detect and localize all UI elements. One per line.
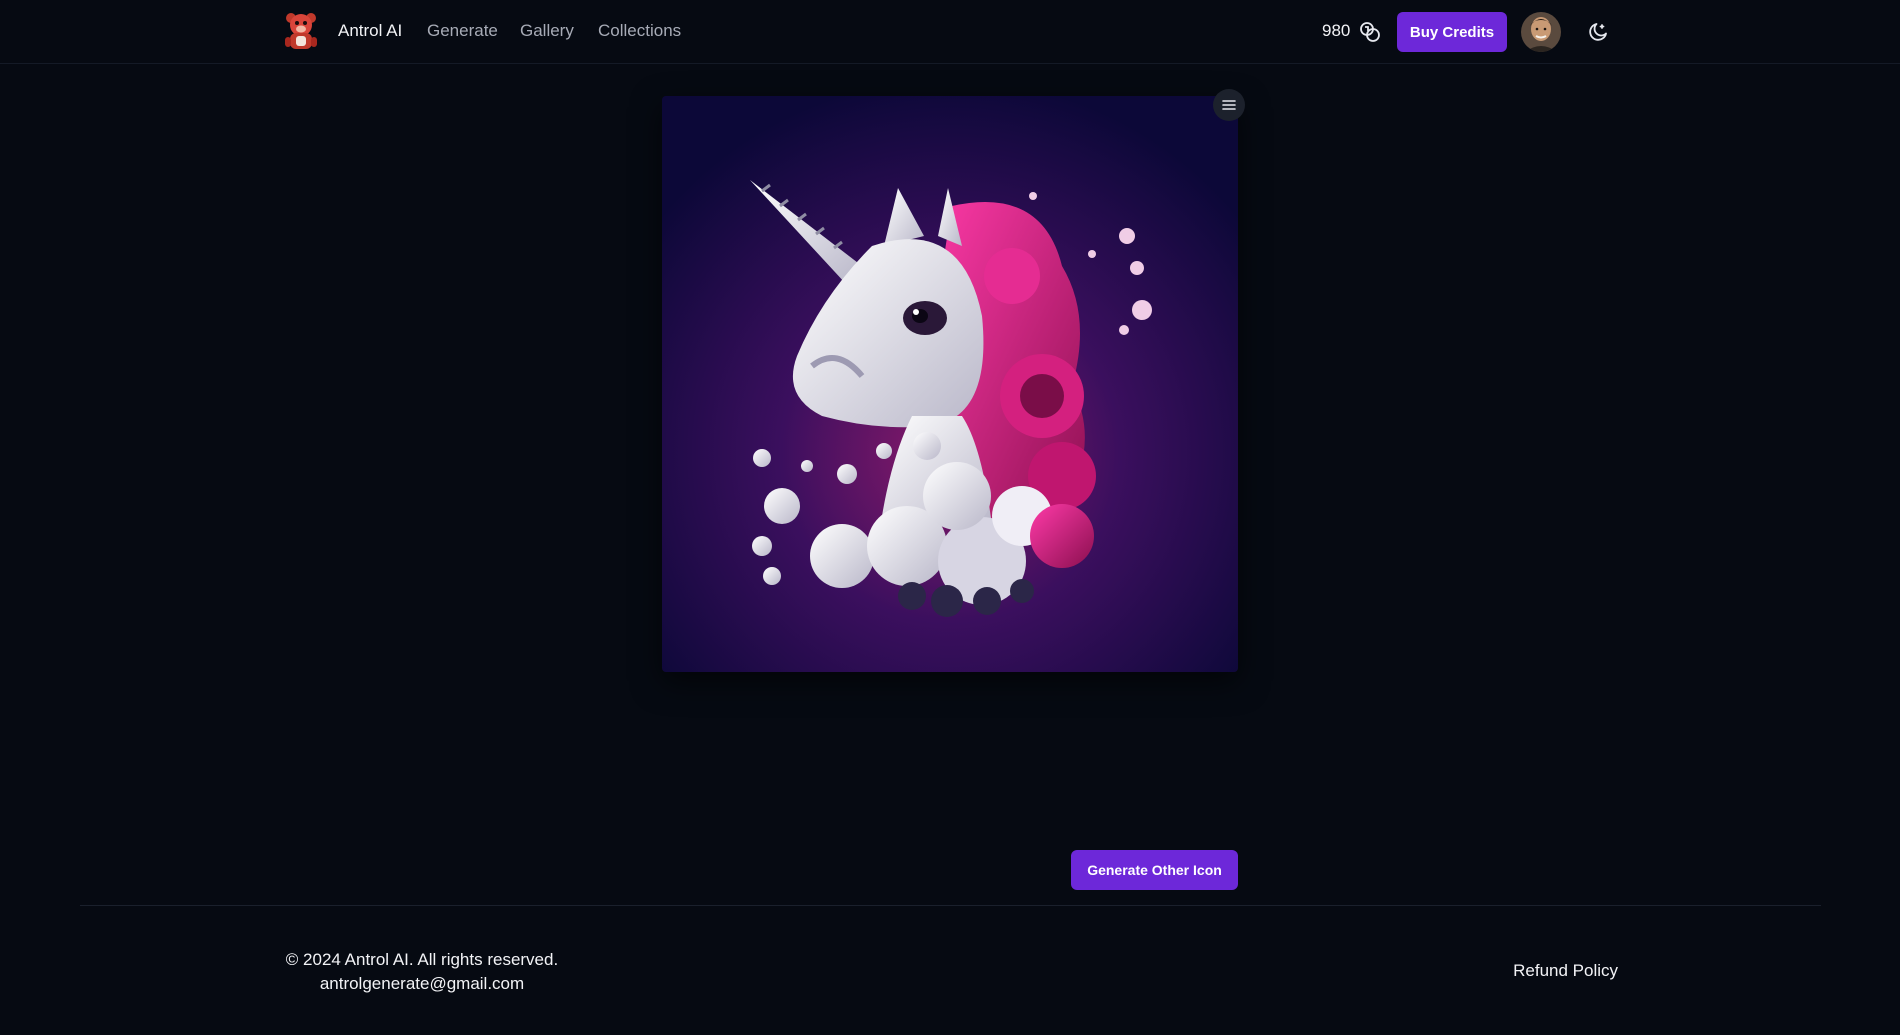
coins-icon: [1360, 22, 1380, 42]
footer-email[interactable]: antrolgenerate@gmail.com: [200, 972, 644, 996]
credits-count: 980: [1322, 21, 1351, 40]
nav-collections[interactable]: Collections: [598, 21, 681, 41]
unicorn-artwork: [662, 96, 1238, 672]
footer-divider: [80, 905, 1821, 906]
page: Antrol AI Generate Gallery Collections 9…: [0, 0, 1900, 1035]
generate-other-icon-button[interactable]: Generate Other Icon: [1071, 850, 1238, 890]
buy-credits-button[interactable]: Buy Credits: [1397, 12, 1507, 52]
nav-gallery[interactable]: Gallery: [520, 21, 574, 41]
user-avatar[interactable]: [1521, 12, 1561, 52]
brand-name[interactable]: Antrol AI: [338, 21, 402, 41]
refund-policy-link[interactable]: Refund Policy: [1500, 959, 1618, 983]
nav-generate[interactable]: Generate: [427, 21, 498, 41]
hamburger-menu-icon: [1222, 100, 1236, 110]
top-navbar: Antrol AI Generate Gallery Collections 9…: [0, 0, 1900, 64]
footer-copyright: © 2024 Antrol AI. All rights reserved.: [285, 950, 559, 969]
image-menu-button[interactable]: [1213, 89, 1245, 121]
moon-icon[interactable]: [1587, 21, 1609, 43]
bear-logo-icon[interactable]: [283, 11, 319, 51]
